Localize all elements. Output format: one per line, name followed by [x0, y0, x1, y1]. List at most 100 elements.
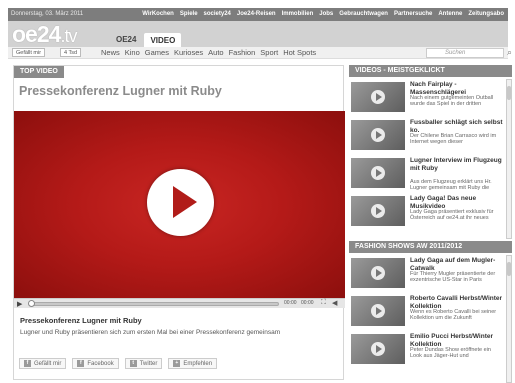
- category-nav: News Kino Games Kurioses Auto Fashion Sport Hot…: [101, 48, 316, 57]
- share-label: Empfehlen: [183, 360, 213, 367]
- category-link[interactable]: Auto: [208, 48, 223, 57]
- facebook-like-button[interactable]: Gefällt mir: [12, 48, 46, 57]
- category-link[interactable]: Sport: [260, 48, 278, 57]
- description-text: Lugner und Ruby präsentieren sich zum er…: [20, 329, 281, 336]
- time-total: 00:00: [301, 300, 314, 306]
- top-link[interactable]: Zeitungsabo: [468, 11, 504, 17]
- videos-heading: VIDEOS - MEISTGEKLICKT: [349, 65, 512, 77]
- tab-video[interactable]: VIDEO: [144, 33, 182, 47]
- sidebar: VIDEOS - MEISTGEKLICKT Nach Fairplay - M…: [349, 65, 512, 383]
- top-link[interactable]: Gebrauchtwagen: [339, 11, 388, 17]
- top-links: WirKochen Spiele society24 Joe24-Reisen Immo…: [142, 11, 504, 17]
- play-icon: [371, 266, 385, 280]
- search-icon[interactable]: ⌕: [507, 47, 512, 58]
- share-button[interactable]: t Twitter: [124, 358, 163, 369]
- site-logo[interactable]: oe24.tv: [12, 21, 77, 49]
- list-item-title[interactable]: Lady Gaga! Das neue Musikvideo: [410, 195, 504, 210]
- play-icon: [371, 166, 385, 180]
- top-link[interactable]: Joe24-Reisen: [237, 11, 276, 17]
- top-link[interactable]: Spiele: [180, 11, 198, 17]
- play-icon[interactable]: [147, 169, 214, 236]
- list-item-text: Peter Dundas Show eröffnete ein Look aus…: [410, 347, 491, 360]
- top-link[interactable]: Partnersuche: [394, 11, 432, 17]
- list-item[interactable]: Fussballer schlägt sich selbst ko. Der Ch…: [349, 117, 504, 153]
- play-icon: [371, 90, 385, 104]
- list-item[interactable]: Emilio Pucci Herbst/Winter Kollektion Pet…: [349, 331, 504, 367]
- fashion-heading: FASHION SHOWS AW 2011/2012: [349, 241, 512, 253]
- time-current: 00:00: [284, 300, 297, 306]
- list-item-title[interactable]: Roberto Cavalli Herbst/Winter Kollektion: [410, 295, 504, 310]
- list-item[interactable]: Lady Gaga auf dem Mugler-Catwalk Für Thie…: [349, 255, 504, 291]
- video-thumbnail[interactable]: [351, 334, 405, 364]
- video-thumbnail[interactable]: [351, 82, 405, 112]
- search-input[interactable]: Suchen: [426, 48, 504, 58]
- video-thumbnail[interactable]: [351, 296, 405, 326]
- fullscreen-icon[interactable]: ⛶: [321, 299, 326, 307]
- list-item-text: Nach einem gutgemeinten Outball wurde da…: [410, 95, 494, 108]
- fashion-scrollbar[interactable]: [506, 255, 512, 383]
- player-controls: ▶ 00:00 00:00 ⛶ ◀: [14, 298, 345, 308]
- logo-main: oe24: [12, 21, 61, 47]
- list-item[interactable]: Lady Gaga! Das neue Musikvideo Lady Gaga …: [349, 193, 504, 229]
- share-label: Twitter: [139, 360, 158, 367]
- seek-bar[interactable]: [29, 302, 279, 306]
- video-thumbnail[interactable]: [351, 196, 405, 226]
- share-button[interactable]: + Empfehlen: [168, 358, 218, 369]
- video-thumbnail[interactable]: [351, 120, 405, 150]
- section-label: TOP VIDEO: [14, 66, 64, 78]
- sub-nav: Gefällt mir 4 Tsd News Kino Games Kurioses A…: [8, 47, 512, 59]
- share-label: Facebook: [87, 360, 114, 367]
- tab-oe24[interactable]: OE24: [110, 33, 142, 47]
- top-link[interactable]: Immobilien: [282, 11, 314, 17]
- list-item-title[interactable]: Lugner Interview im Flugzeug mit Ruby: [410, 157, 504, 172]
- video-player[interactable]: [14, 111, 345, 299]
- list-item-title[interactable]: Emilio Pucci Herbst/Winter Kollektion: [410, 333, 504, 348]
- list-item-text: Wenn es Roberto Cavalli bei seiner Kolle…: [410, 309, 497, 322]
- list-item-title[interactable]: Nach Fairplay - Massenschlägerei: [410, 81, 504, 96]
- play-icon: [371, 128, 385, 142]
- list-item-title[interactable]: Fussballer schlägt sich selbst ko.: [410, 119, 504, 134]
- play-icon: [371, 342, 385, 356]
- share-label: Gefällt mir: [34, 360, 62, 367]
- site-header: oe24.tv OE24 VIDEO: [8, 21, 508, 47]
- volume-icon[interactable]: ◀: [332, 299, 337, 307]
- list-item[interactable]: Nach Fairplay - Massenschlägerei Nach ein…: [349, 79, 504, 115]
- video-thumbnail[interactable]: [351, 158, 405, 188]
- facebook-icon: f: [77, 360, 85, 367]
- top-link[interactable]: Antenne: [438, 11, 462, 17]
- top-link[interactable]: Jobs: [319, 11, 333, 17]
- description-title: Pressekonferenz Lugner mit Ruby: [20, 316, 142, 325]
- list-item-title[interactable]: Lady Gaga auf dem Mugler-Catwalk: [410, 257, 504, 272]
- top-video-panel: TOP VIDEO Pressekonferenz Lugner mit Rub…: [13, 65, 345, 380]
- share-button[interactable]: f Gefällt mir: [19, 358, 67, 369]
- seek-handle[interactable]: [28, 300, 35, 307]
- play-icon: [371, 204, 385, 218]
- share-bar: f Gefällt mir f Facebook t Twitter + Empfehlen: [19, 358, 218, 369]
- list-item-text: Der Chilene Brian Carrasco wird im Inter…: [410, 133, 497, 146]
- like-count: 4 Tsd: [60, 48, 82, 57]
- list-item[interactable]: Lugner Interview im Flugzeug mit Ruby Aus…: [349, 155, 504, 191]
- category-link[interactable]: Kurioses: [174, 48, 203, 57]
- top-link[interactable]: society24: [204, 11, 231, 17]
- play-icon: [371, 304, 385, 318]
- video-thumbnail[interactable]: [351, 258, 405, 288]
- videos-scrollbar[interactable]: [506, 79, 512, 239]
- twitter-icon: t: [129, 360, 137, 367]
- list-item[interactable]: Roberto Cavalli Herbst/Winter Kollektion…: [349, 293, 504, 329]
- list-item-text: Für Thierry Mugler präsentierte der exze…: [410, 271, 496, 284]
- logo-suffix: .tv: [60, 26, 77, 46]
- current-date: Donnerstag, 03. März 2011: [11, 11, 84, 17]
- category-link[interactable]: Fashion: [229, 48, 256, 57]
- list-item-text: Lady Gaga präsentiert exklusiv für Öster…: [410, 209, 494, 222]
- category-link[interactable]: Games: [145, 48, 169, 57]
- top-link[interactable]: WirKochen: [142, 11, 174, 17]
- category-link[interactable]: Hot Spots: [283, 48, 316, 57]
- play-control-icon[interactable]: ▶: [17, 300, 22, 308]
- category-link[interactable]: Kino: [125, 48, 140, 57]
- category-link[interactable]: News: [101, 48, 120, 57]
- share-button[interactable]: f Facebook: [72, 358, 119, 369]
- recommend-icon: +: [173, 360, 181, 367]
- main-nav: OE24 VIDEO: [110, 33, 182, 47]
- top-bar: Donnerstag, 03. März 2011 WirKochen Spiel…: [8, 8, 508, 21]
- facebook-like-icon: f: [24, 360, 31, 367]
